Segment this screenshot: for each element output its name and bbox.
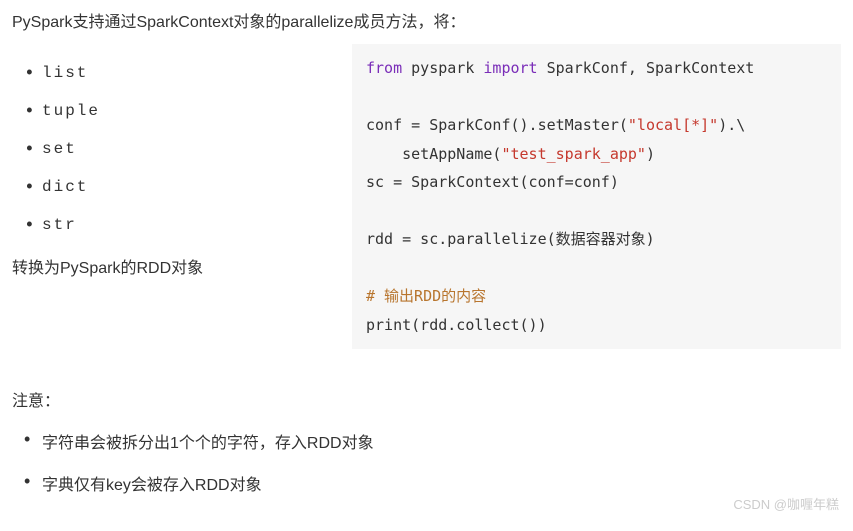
list-item: list xyxy=(24,64,332,82)
watermark: CSDN @咖喱年糕 xyxy=(733,494,839,513)
code-text: rdd = sc.parallelize(数据容器对象) xyxy=(366,230,655,248)
keyword: from xyxy=(366,59,402,77)
list-item: dict xyxy=(24,178,332,196)
intro-text: PySpark支持通过SparkContext对象的parallelize成员方… xyxy=(12,8,841,32)
string-literal: "local[*]" xyxy=(628,116,718,134)
code-text: sc = SparkContext(conf=conf) xyxy=(366,173,619,191)
list-item: str xyxy=(24,216,332,234)
code-text: ).\ xyxy=(718,116,745,134)
code-block: from pyspark import SparkConf, SparkCont… xyxy=(352,44,841,349)
keyword: import xyxy=(483,59,537,77)
code-text: ) xyxy=(646,145,655,163)
string-literal: "test_spark_app" xyxy=(501,145,646,163)
note-title: 注意： xyxy=(12,387,841,411)
code-text: conf = SparkConf().setMaster( xyxy=(366,116,628,134)
type-list: list tuple set dict str xyxy=(12,64,332,234)
comment: # 输出RDD的内容 xyxy=(366,287,486,305)
left-column: list tuple set dict str 转换为PySpark的RDD对象 xyxy=(12,44,332,278)
note-list: 字符串会被拆分出1个个的字符，存入RDD对象 字典仅有key会被存入RDD对象 xyxy=(12,429,841,495)
list-item: 字典仅有key会被存入RDD对象 xyxy=(24,471,841,495)
convert-text: 转换为PySpark的RDD对象 xyxy=(12,254,332,278)
list-item: tuple xyxy=(24,102,332,120)
two-column-layout: list tuple set dict str 转换为PySpark的RDD对象… xyxy=(12,44,841,349)
right-column: from pyspark import SparkConf, SparkCont… xyxy=(352,44,841,349)
code-text: (rdd.collect()) xyxy=(411,316,546,334)
list-item: 字符串会被拆分出1个个的字符，存入RDD对象 xyxy=(24,429,841,453)
code-text: pyspark xyxy=(402,59,483,77)
code-text: setAppName( xyxy=(366,145,501,163)
function-call: print xyxy=(366,316,411,334)
list-item: set xyxy=(24,140,332,158)
code-text: SparkConf, SparkContext xyxy=(538,59,755,77)
